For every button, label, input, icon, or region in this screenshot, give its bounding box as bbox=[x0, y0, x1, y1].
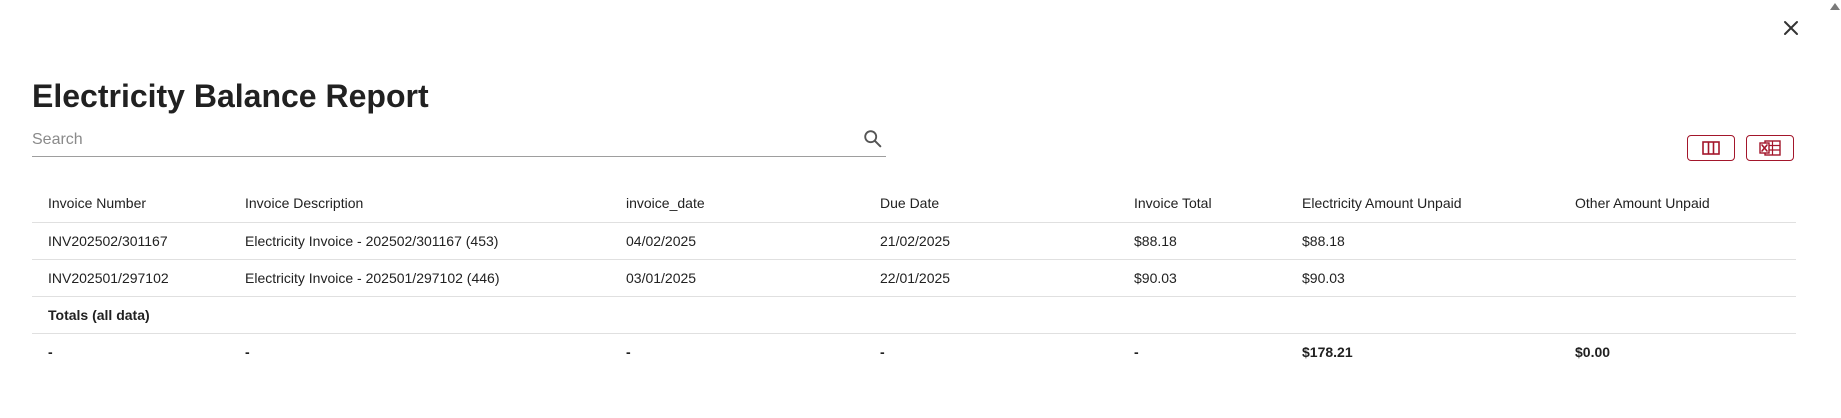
total-electricity-amount-unpaid: $178.21 bbox=[1302, 344, 1353, 360]
columns-icon bbox=[1702, 141, 1720, 155]
cell-invoice-description: Electricity Invoice - 202502/301167 (453… bbox=[229, 222, 610, 260]
total-due-date: - bbox=[880, 344, 885, 360]
cell-other-amount-unpaid bbox=[1559, 222, 1796, 260]
columns-button[interactable] bbox=[1687, 135, 1735, 161]
export-excel-button[interactable] bbox=[1746, 135, 1794, 161]
excel-export-icon bbox=[1759, 140, 1781, 156]
scroll-up-arrow-icon[interactable] bbox=[1830, 3, 1840, 10]
column-header-due-date[interactable]: Due Date bbox=[864, 184, 1118, 223]
column-header-invoice-total[interactable]: Invoice Total bbox=[1118, 184, 1286, 223]
cell-invoice-number: INV202501/297102 bbox=[32, 259, 229, 297]
close-icon bbox=[1784, 21, 1798, 35]
total-invoice-date: - bbox=[626, 344, 631, 360]
cell-invoice-date: 04/02/2025 bbox=[610, 222, 864, 260]
page-title: Electricity Balance Report bbox=[32, 78, 429, 114]
column-header-invoice-date[interactable]: invoice_date bbox=[610, 184, 864, 223]
column-header-electricity-amount-unpaid[interactable]: Electricity Amount Unpaid bbox=[1286, 184, 1559, 223]
search-input[interactable] bbox=[32, 126, 842, 154]
cell-invoice-description: Electricity Invoice - 202501/297102 (446… bbox=[229, 259, 610, 297]
total-invoice-description: - bbox=[245, 344, 250, 360]
column-header-invoice-number[interactable]: Invoice Number bbox=[32, 184, 229, 223]
cell-invoice-date: 03/01/2025 bbox=[610, 259, 864, 297]
totals-label-row: Totals (all data) bbox=[32, 296, 1796, 334]
table-header-row: Invoice Number Invoice Description invoi… bbox=[32, 184, 1796, 223]
cell-invoice-total: $88.18 bbox=[1118, 222, 1286, 260]
table-row[interactable]: INV202502/301167 Electricity Invoice - 2… bbox=[32, 222, 1796, 260]
column-header-invoice-description[interactable]: Invoice Description bbox=[229, 184, 610, 223]
total-invoice-total: - bbox=[1134, 344, 1139, 360]
cell-invoice-total: $90.03 bbox=[1118, 259, 1286, 297]
search-icon[interactable] bbox=[862, 128, 884, 150]
search-field bbox=[32, 126, 886, 157]
cell-invoice-number: INV202502/301167 bbox=[32, 222, 229, 260]
cell-other-amount-unpaid bbox=[1559, 259, 1796, 297]
close-button[interactable] bbox=[1779, 16, 1803, 40]
cell-electricity-amount-unpaid: $88.18 bbox=[1286, 222, 1559, 260]
report-dialog: Electricity Balance Report Invoice Numbe… bbox=[0, 0, 1841, 418]
balance-table: Invoice Number Invoice Description invoi… bbox=[32, 184, 1796, 370]
table-row[interactable]: INV202501/297102 Electricity Invoice - 2… bbox=[32, 259, 1796, 297]
column-header-other-amount-unpaid[interactable]: Other Amount Unpaid bbox=[1559, 184, 1796, 223]
total-invoice-number: - bbox=[48, 344, 53, 360]
totals-label: Totals (all data) bbox=[32, 296, 1796, 334]
totals-row: - - - - - $178.21 $0.00 bbox=[32, 334, 1796, 371]
cell-electricity-amount-unpaid: $90.03 bbox=[1286, 259, 1559, 297]
total-other-amount-unpaid: $0.00 bbox=[1575, 344, 1611, 360]
cell-due-date: 21/02/2025 bbox=[864, 222, 1118, 260]
cell-due-date: 22/01/2025 bbox=[864, 259, 1118, 297]
